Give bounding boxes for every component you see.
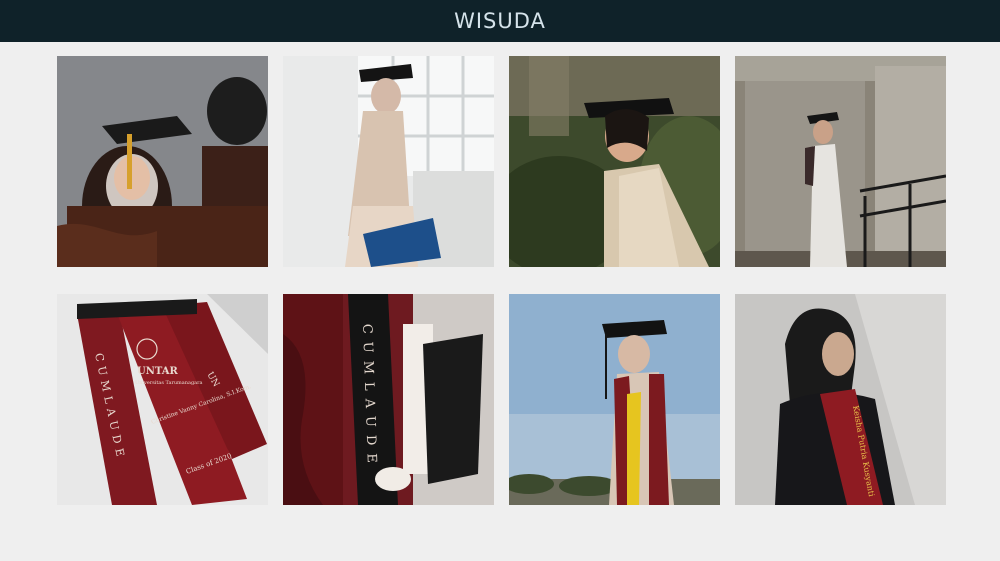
photo-tile-2[interactable]: graduate-window-diploma — [283, 56, 494, 267]
photo-tile-7[interactable]: graduate-sky-portrait — [509, 294, 720, 505]
photo-graduate-window-diploma — [283, 56, 494, 267]
photo-sash-cumlaude-closeup: CUMLAUDE — [283, 294, 494, 505]
photo-tile-3[interactable]: graduate-garden-portrait — [509, 56, 720, 267]
photo-graduate-stairwell — [735, 56, 946, 267]
photo-gallery: graduate-cap-adjusted graduate-window-di… — [57, 56, 946, 505]
photo-sash-cumlaude-flatlay: CUMLAUDE UNTAR Universitas Tarumanagara … — [57, 294, 268, 505]
header-bar: WISUDA — [0, 0, 1000, 42]
photo-graduate-sky-portrait — [509, 294, 720, 505]
sash-logo-text: UNTAR — [137, 366, 179, 377]
photo-graduate-sash-portrait: Keisha Putria Kusyanti — [735, 294, 946, 505]
photo-tile-1[interactable]: graduate-cap-adjusted — [57, 56, 268, 267]
sash-university-text: Universitas Tarumanagara — [135, 380, 203, 386]
photo-tile-4[interactable]: graduate-stairwell — [735, 56, 946, 267]
photo-tile-8[interactable]: Keisha Putria Kusyanti graduate-sash-por… — [735, 294, 946, 505]
photo-tile-5[interactable]: CUMLAUDE UNTAR Universitas Tarumanagara … — [57, 294, 268, 505]
photo-graduate-cap-adjusted — [57, 56, 268, 267]
photo-graduate-garden-portrait — [509, 56, 720, 267]
page-title: WISUDA — [454, 9, 546, 33]
photo-tile-6[interactable]: CUMLAUDE sash-cumlaude-closeup — [283, 294, 494, 505]
